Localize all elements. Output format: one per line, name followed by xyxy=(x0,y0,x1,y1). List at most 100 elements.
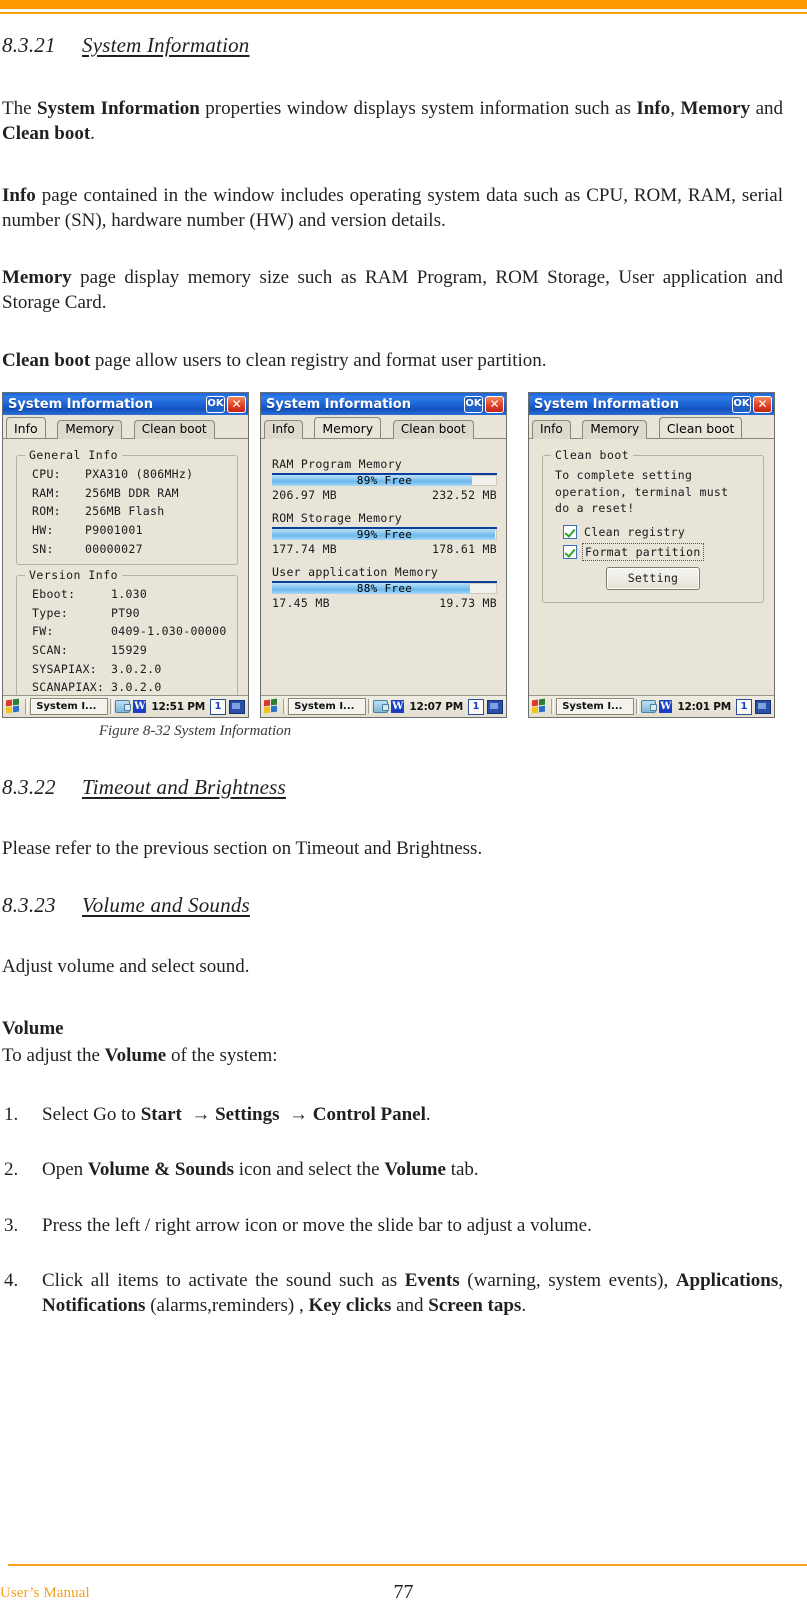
info-key: FW: xyxy=(32,624,54,639)
heading-title: Timeout and Brightness xyxy=(82,775,286,799)
heading-number: 8.3.21 xyxy=(2,33,56,57)
tab-info[interactable]: Info xyxy=(264,420,303,439)
group-legend: General Info xyxy=(25,448,123,462)
paragraph-timeout-body: Please refer to the previous section on … xyxy=(2,838,483,859)
input-panel-indicator[interactable]: 1 xyxy=(736,698,752,715)
checkbox-icon[interactable] xyxy=(563,545,577,560)
heading-8-3-23: 8.3.23 Volume and Sounds xyxy=(2,893,783,918)
group-general-info: General Info CPU: PXA310 (806MHz) RAM: 2… xyxy=(16,448,238,566)
paragraph-intro-1: The System Information properties window… xyxy=(2,98,784,145)
heading-8-3-22: 8.3.22 Timeout and Brightness xyxy=(2,775,783,800)
footer-page-number: 77 xyxy=(393,1581,414,1603)
clock[interactable]: 12:01 PM xyxy=(675,701,733,713)
info-row: CPU: PXA310 (806MHz) xyxy=(23,465,231,484)
keyboard-icon[interactable] xyxy=(229,699,245,714)
heading-title: System Information xyxy=(82,33,250,57)
info-row: SN: 00000027 xyxy=(23,540,231,559)
panel-info: General Info CPU: PXA310 (806MHz) RAM: 2… xyxy=(3,439,248,704)
info-row: SYSAPIAX: 3.0.2.0 xyxy=(23,660,231,679)
tab-clean-boot[interactable]: Clean boot xyxy=(658,417,743,439)
info-row: ROM: 256MB Flash xyxy=(23,502,231,521)
info-key: HW: xyxy=(32,522,54,537)
keyboard-icon[interactable] xyxy=(487,699,503,714)
clock[interactable]: 12:07 PM xyxy=(407,701,465,713)
step-marker: 4. xyxy=(4,1269,19,1291)
taskbar: System I... W 12:51 PM 1 xyxy=(3,695,248,717)
tab-memory[interactable]: Memory xyxy=(582,420,648,439)
tab-memory[interactable]: Memory xyxy=(314,417,382,439)
info-key: Type: xyxy=(32,605,69,620)
info-value: PT90 xyxy=(111,605,140,620)
close-icon[interactable]: ✕ xyxy=(227,395,246,413)
taskbar-divider xyxy=(551,699,555,714)
memory-total: 232.52 MB xyxy=(431,488,497,502)
close-icon[interactable]: ✕ xyxy=(753,395,772,413)
input-panel-indicator[interactable]: 1 xyxy=(210,698,226,715)
tab-memory[interactable]: Memory xyxy=(57,420,123,439)
word-icon[interactable]: W xyxy=(391,700,405,713)
taskbar-divider xyxy=(25,699,29,714)
tab-clean-boot[interactable]: Clean boot xyxy=(133,420,215,439)
checkbox-label: Format partition xyxy=(582,543,704,562)
setting-button[interactable]: Setting xyxy=(606,567,700,591)
taskbar: System I... W 12:01 PM 1 xyxy=(529,695,774,717)
paragraph-intro-2: Info page contained in the window includ… xyxy=(2,184,783,231)
ok-button[interactable]: OK xyxy=(206,395,225,413)
info-value: 00000027 xyxy=(85,541,143,556)
memory-progress-bar: 89% Free xyxy=(272,473,497,486)
keyboard-icon[interactable] xyxy=(755,699,771,714)
info-value: 256MB DDR RAM xyxy=(85,485,179,500)
info-key: CPU: xyxy=(32,467,61,481)
step-marker: 1. xyxy=(4,1104,19,1126)
tab-info[interactable]: Info xyxy=(532,420,571,439)
memory-title: User application Memory xyxy=(272,565,439,579)
network-icon[interactable] xyxy=(373,700,390,713)
memory-free: 17.45 MB xyxy=(272,596,330,610)
memory-values: 17.45 MB 19.73 MB xyxy=(272,596,497,610)
taskbar-task-button[interactable]: System I... xyxy=(556,698,635,715)
window-title: System Information xyxy=(8,396,153,412)
network-icon[interactable] xyxy=(115,700,132,713)
checkbox-row-format-partition[interactable]: Format partition xyxy=(563,543,757,562)
info-row: SCAN: 15929 xyxy=(23,641,231,660)
clock[interactable]: 12:51 PM xyxy=(149,701,207,713)
start-icon[interactable] xyxy=(6,698,22,714)
memory-free: 206.97 MB xyxy=(272,488,338,502)
tab-clean-boot[interactable]: Clean boot xyxy=(392,420,474,439)
info-value: 3.0.2.0 xyxy=(111,661,162,676)
info-row: RAM: 256MB DDR RAM xyxy=(23,484,231,503)
titlebar: System Information OK ✕ xyxy=(3,393,248,415)
input-panel-indicator[interactable]: 1 xyxy=(468,698,484,715)
checkbox-label: Clean registry xyxy=(584,525,686,540)
memory-free: 177.74 MB xyxy=(272,542,338,556)
checkbox-icon[interactable] xyxy=(563,525,577,540)
info-row: FW: 0409-1.030-00000 xyxy=(23,622,231,641)
titlebar: System Information OK ✕ xyxy=(261,393,506,415)
start-icon[interactable] xyxy=(264,698,280,714)
start-icon[interactable] xyxy=(532,698,548,714)
paragraph-volume-lead: To adjust the Volume of the system: xyxy=(2,1044,278,1066)
group-version-info: Version Info Eboot: 1.030 Type: PT90 FW:… xyxy=(16,568,238,704)
ok-button[interactable]: OK xyxy=(732,395,751,413)
group-legend: Version Info xyxy=(25,568,123,583)
network-icon[interactable] xyxy=(641,700,658,713)
tabstrip: Info Memory Clean boot xyxy=(3,415,248,439)
figure-system-information: System Information OK ✕ Info Memory Clea… xyxy=(0,392,790,732)
taskbar-task-button[interactable]: System I... xyxy=(30,698,109,715)
document-body: 8.3.21 System Information The System Inf… xyxy=(0,0,783,373)
tab-info[interactable]: Info xyxy=(6,417,46,439)
heading-title: Volume and Sounds xyxy=(82,893,250,918)
taskbar-divider xyxy=(110,699,114,714)
heading-number: 8.3.22 xyxy=(2,775,56,799)
taskbar-divider xyxy=(636,699,640,714)
step-item-2: 2. Open Volume & Sounds icon and select … xyxy=(2,1157,783,1182)
memory-bar-label: 99% Free xyxy=(356,528,413,541)
steps-list: 1. Select Go to Start → Settings → Contr… xyxy=(2,1102,783,1318)
info-value: PXA310 (806MHz) xyxy=(85,467,194,481)
checkbox-row-clean-registry[interactable]: Clean registry xyxy=(563,525,757,540)
word-icon[interactable]: W xyxy=(133,700,147,713)
word-icon[interactable]: W xyxy=(659,700,673,713)
taskbar-task-button[interactable]: System I... xyxy=(288,698,367,715)
ok-button[interactable]: OK xyxy=(464,395,483,413)
close-icon[interactable]: ✕ xyxy=(485,395,504,413)
